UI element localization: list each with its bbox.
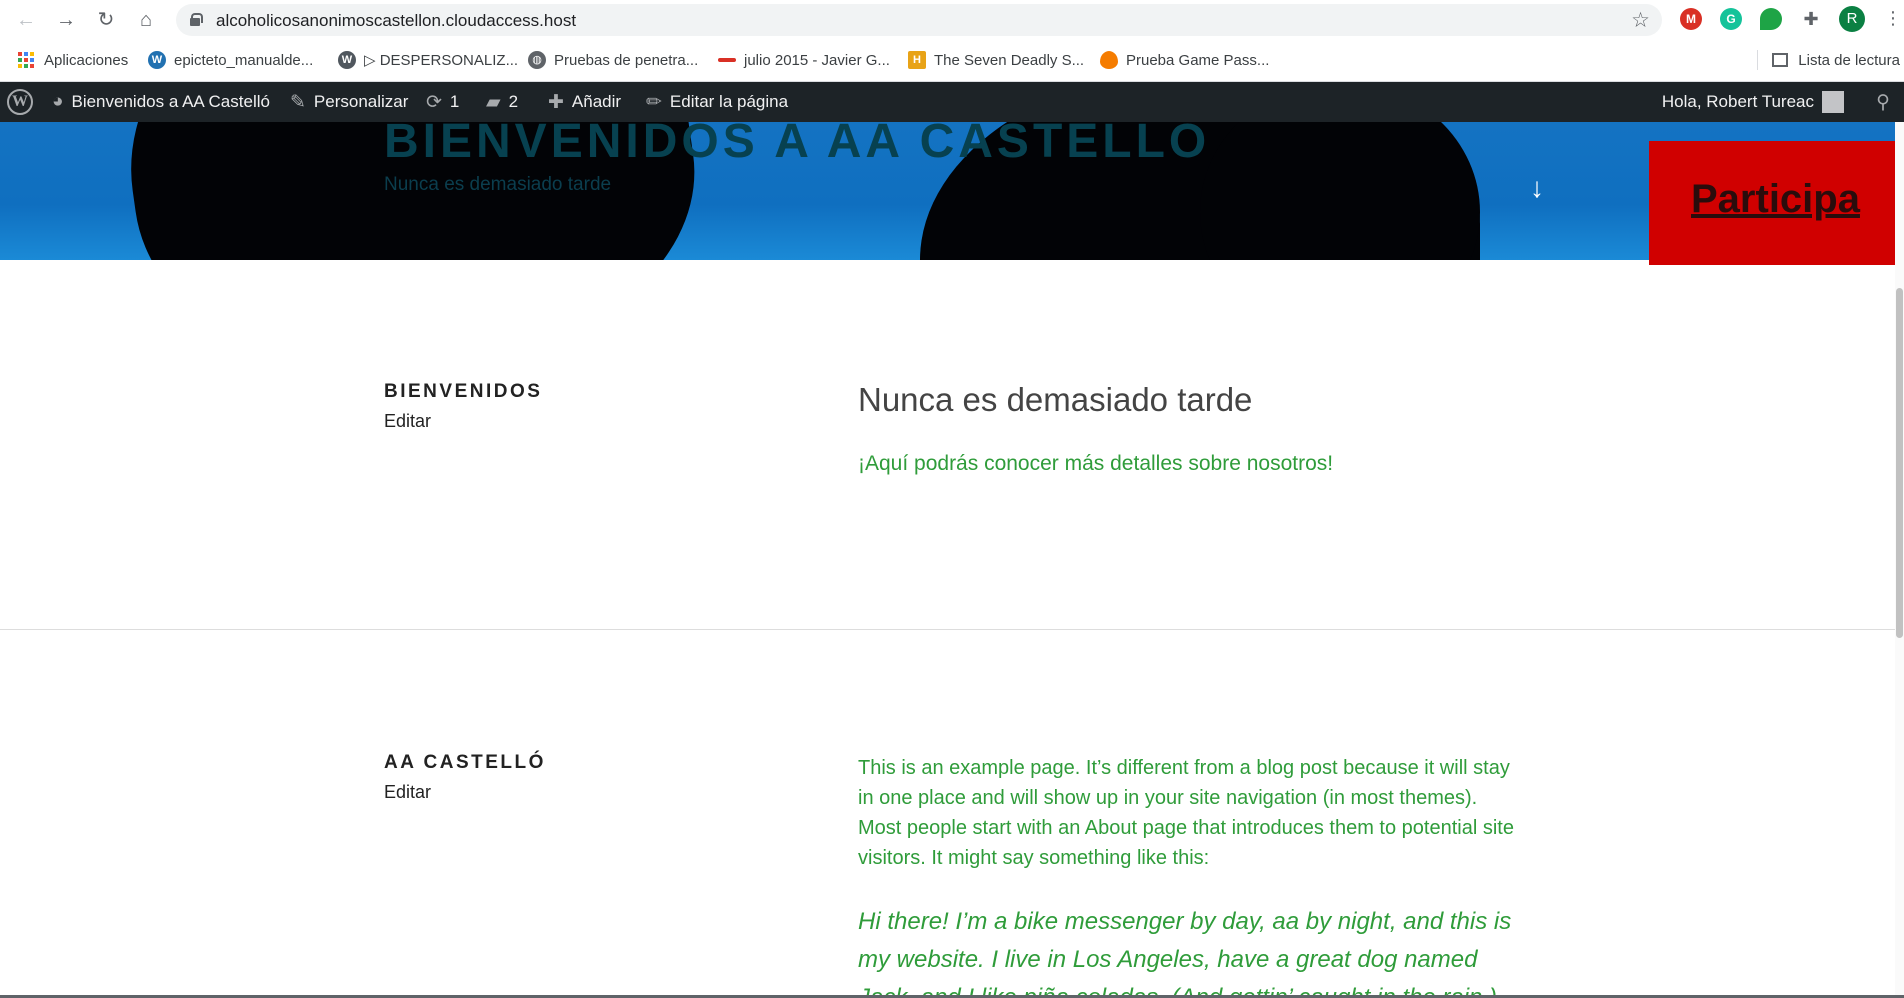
add-new-label: Añadir: [571, 92, 622, 111]
url-text[interactable]: alcoholicosanonimoscastellon.cloudaccess…: [216, 11, 576, 31]
bookmark-label: julio 2015 - Javier G...: [744, 51, 890, 69]
browser-menu-icon[interactable]: ⋮: [1884, 8, 1902, 29]
section-paragraph: This is an example page. It’s different …: [858, 757, 1514, 869]
search-icon: ⚲: [1876, 91, 1890, 113]
bookmark-epicteto[interactable]: W epicteto_manualde...: [148, 50, 313, 70]
adminbar-comments[interactable]: ▰ 2: [486, 82, 518, 122]
fire-icon: [1100, 51, 1118, 69]
wp-admin-bar: W ◕ Bienvenidos a AA Castelló ✎ Personal…: [0, 82, 1904, 122]
bookmark-label: Prueba Game Pass...: [1126, 51, 1270, 69]
site-title[interactable]: BIENVENIDOS A AA CASTELLÓ: [384, 122, 1210, 169]
mcafee-extension-icon[interactable]: M: [1680, 8, 1702, 30]
page-scrollbar[interactable]: [1895, 122, 1904, 998]
bookmark-label: The Seven Deadly S...: [934, 51, 1085, 69]
reading-list-label: Lista de lectura: [1798, 51, 1900, 69]
bookmark-seven-deadly[interactable]: H The Seven Deadly S...: [908, 50, 1084, 70]
bookmarks-separator: [1757, 50, 1759, 70]
header-hero-image: BIENVENIDOS A AA CASTELLÓ Nunca es demas…: [0, 122, 1904, 260]
back-arrow-icon[interactable]: ←: [14, 8, 38, 32]
updates-icon: ⟳: [426, 91, 442, 113]
wordpress-icon: W: [338, 51, 356, 69]
home-icon[interactable]: ⌂: [134, 8, 158, 32]
lock-icon[interactable]: [190, 13, 203, 26]
pencil-icon: ✏: [646, 91, 662, 113]
site-description: Nunca es demasiado tarde: [384, 174, 612, 195]
adminbar-my-account[interactable]: Hola, Robert Tureac: [1662, 82, 1844, 122]
apps-grid-icon: [18, 52, 34, 68]
bookmark-label: Aplicaciones: [44, 51, 129, 69]
comments-count: 2: [508, 92, 519, 111]
puzzle-extensions-icon[interactable]: ✚: [1800, 8, 1822, 30]
plus-icon: ✚: [548, 91, 564, 113]
reading-list[interactable]: Lista de lectura: [1757, 50, 1900, 70]
bookmark-label: Pruebas de penetra...: [554, 51, 699, 69]
site-name-label: Bienvenidos a AA Castelló: [71, 92, 270, 111]
comment-bubble-icon: ▰: [486, 91, 501, 113]
participa-label: Participa: [1691, 177, 1860, 221]
hero-silhouette: [1200, 122, 1480, 260]
profile-avatar[interactable]: R: [1839, 6, 1865, 32]
adminbar-edit-page[interactable]: ✏ Editar la página: [646, 82, 788, 122]
globe-icon: ◍: [528, 51, 546, 69]
section-quote: Hi there! I’m a bike messenger by day, a…: [858, 908, 1512, 998]
bookmark-star-icon[interactable]: ☆: [1631, 8, 1650, 33]
bookmarks-bar: Aplicaciones W epicteto_manualde... W ▷ …: [0, 40, 1904, 82]
bookmark-aplicaciones[interactable]: Aplicaciones: [18, 50, 128, 70]
adminbar-site-name[interactable]: ◕ Bienvenidos a AA Castelló: [52, 82, 270, 122]
adminbar-search[interactable]: ⚲: [1876, 82, 1890, 122]
adminbar-customize[interactable]: ✎ Personalizar: [290, 82, 408, 122]
scroll-down-arrow-icon[interactable]: ↓: [1530, 172, 1544, 204]
edit-page-label: Editar la página: [669, 92, 789, 111]
address-bar[interactable]: alcoholicosanonimoscastellon.cloudaccess…: [176, 4, 1662, 36]
section-divider: [0, 629, 1904, 630]
dashboard-gauge-icon: ◕: [52, 91, 64, 112]
section-heading: Nunca es demasiado tarde: [858, 381, 1253, 418]
updates-count: 1: [449, 92, 460, 111]
reload-icon[interactable]: ↻: [94, 8, 118, 32]
section-lead-text: ¡Aquí podrás conocer más detalles sobre …: [858, 452, 1334, 475]
wordpress-logo-icon: W: [7, 89, 33, 115]
bookmark-label: ▷ DESPERSONALIZ...: [364, 52, 519, 69]
grammarly-extension-icon[interactable]: G: [1720, 8, 1742, 30]
browser-toolbar: ← → ↻ ⌂ alcoholicosanonimoscastellon.clo…: [0, 0, 1904, 40]
adminbar-add-new[interactable]: ✚ Añadir: [548, 82, 621, 122]
bookmark-julio[interactable]: julio 2015 - Javier G...: [718, 50, 890, 70]
user-avatar: [1822, 91, 1844, 113]
participa-button[interactable]: Participa: [1649, 141, 1898, 265]
section-title-bienvenidos: BIENVENIDOS: [384, 381, 543, 402]
adminbar-updates[interactable]: ⟳ 1: [426, 82, 459, 122]
edit-link[interactable]: Editar: [384, 782, 431, 803]
history-icon: H: [908, 51, 926, 69]
section-title-aa-castello: AA CASTELLÓ: [384, 752, 546, 773]
greeting-label: Hola, Robert Tureac: [1661, 92, 1814, 111]
bookmark-game-pass[interactable]: Prueba Game Pass...: [1100, 50, 1269, 70]
bookmark-label: epicteto_manualde...: [174, 51, 314, 69]
bookmark-pruebas[interactable]: ◍ Pruebas de penetra...: [528, 50, 698, 70]
wordpress-icon: W: [148, 51, 166, 69]
edit-link[interactable]: Editar: [384, 411, 431, 432]
wp-logo-menu[interactable]: W: [7, 82, 33, 122]
forward-arrow-icon[interactable]: →: [54, 8, 78, 32]
paintbrush-icon: ✎: [290, 91, 306, 113]
green-dot-extension-icon[interactable]: [1760, 8, 1782, 30]
marca-icon: [718, 58, 736, 62]
customize-label: Personalizar: [313, 92, 409, 111]
reading-list-icon: [1772, 53, 1789, 67]
bookmark-despersonaliz[interactable]: W ▷ DESPERSONALIZ...: [338, 50, 518, 70]
scrollbar-thumb[interactable]: [1896, 288, 1903, 638]
